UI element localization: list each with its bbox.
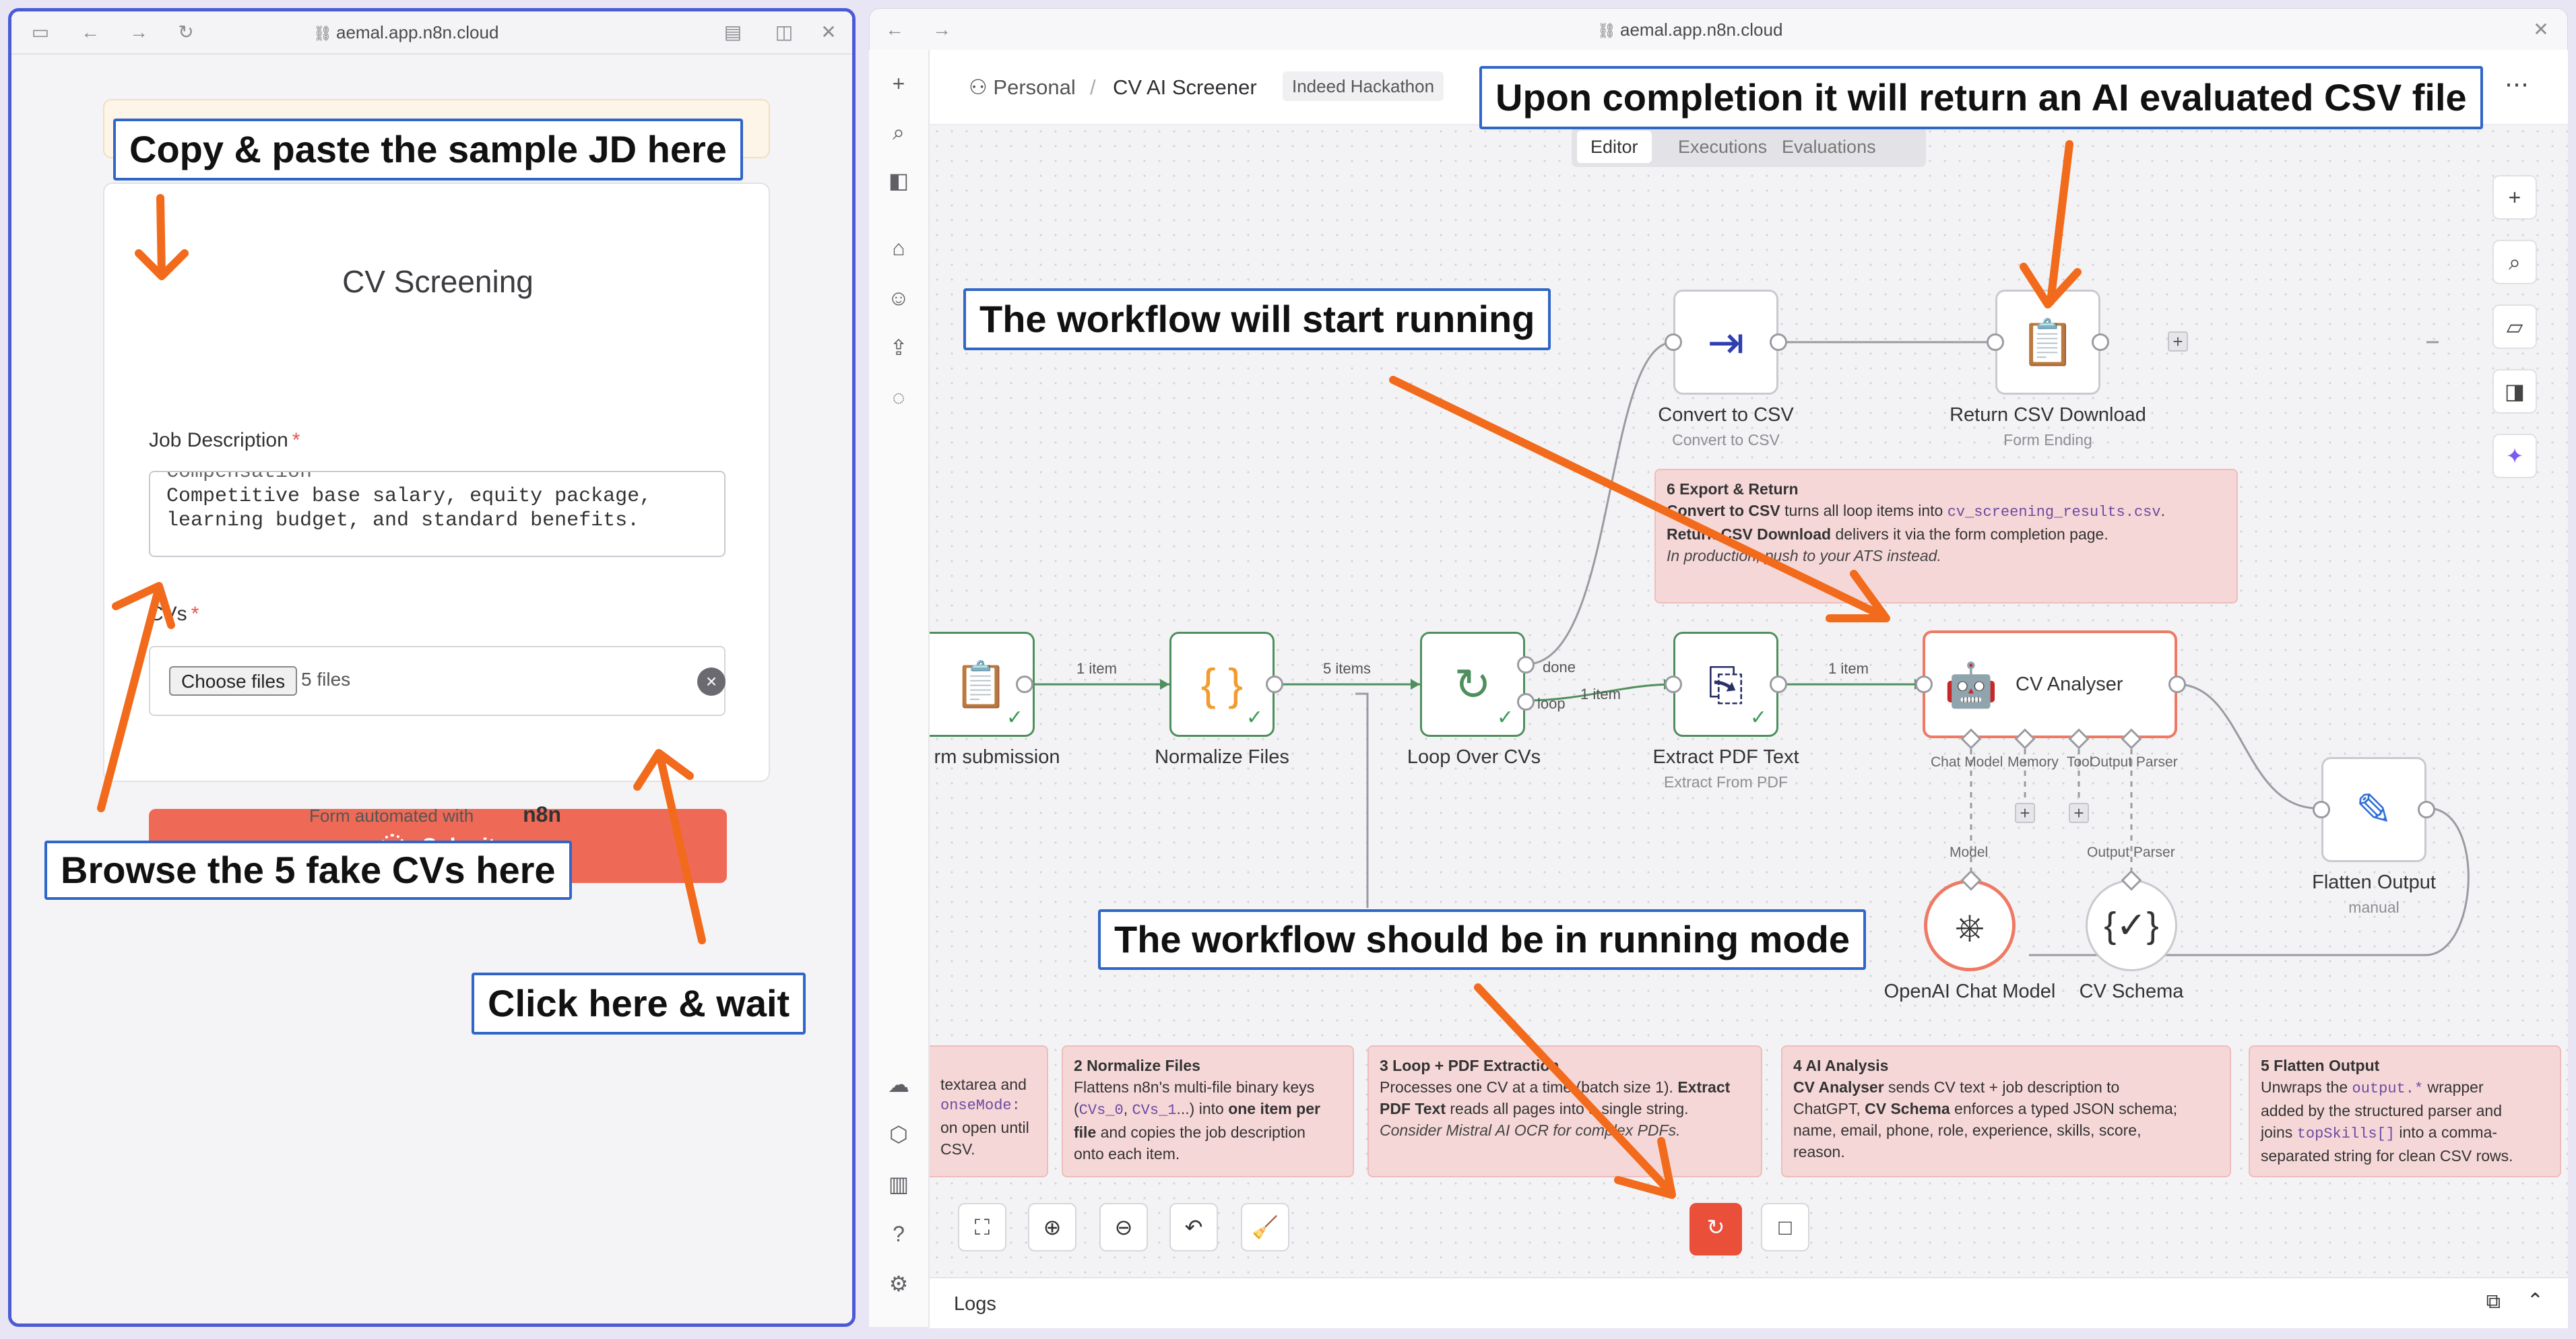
callout-running-mode: The workflow should be in running mode (1098, 909, 1866, 970)
arrow-submit (656, 753, 706, 944)
annotation-arrows (97, 140, 2082, 1199)
arrow-jd (156, 194, 166, 279)
callout-copy-jd: Copy & paste the sample JD here (113, 119, 743, 181)
callout-click-wait: Click here & wait (472, 973, 806, 1035)
callout-csv-return: Upon completion it will return an AI eva… (1479, 66, 2483, 129)
callout-browse-cvs: Browse the 5 fake CVs here (44, 841, 572, 900)
arrow-running (1389, 376, 1886, 620)
callout-workflow-start: The workflow will start running (963, 288, 1551, 350)
arrow-run-mode (1474, 983, 1673, 1195)
arrow-cvs (97, 583, 163, 812)
